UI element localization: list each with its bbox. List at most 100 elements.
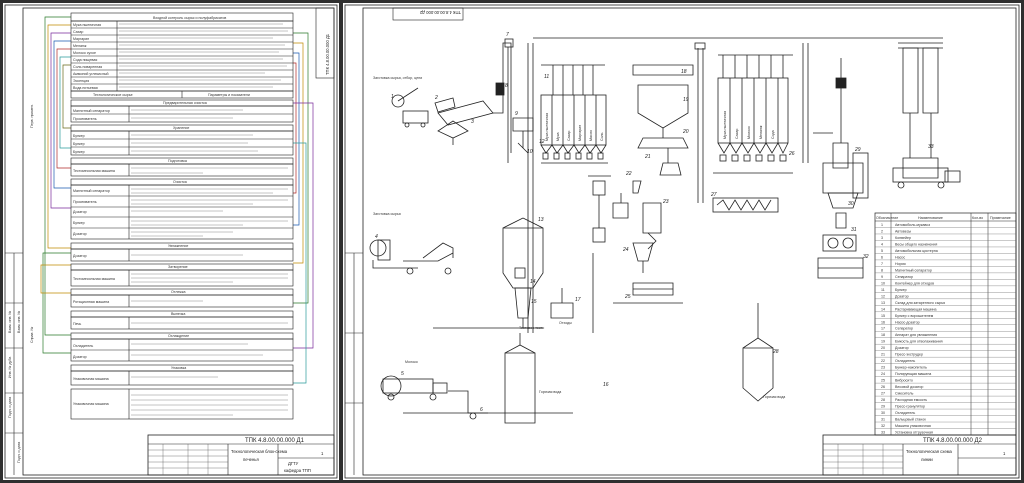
stamp-code-rotated: ТПК 4.8.00.00.000 Д1 — [325, 33, 330, 75]
equipment-number: 23 — [662, 199, 669, 205]
equipment-number: 25 — [624, 294, 631, 300]
equipment-number: 33 — [928, 144, 934, 150]
spec-row-number: 23 — [881, 366, 885, 370]
bin-label: Маргарин — [578, 125, 582, 141]
equipment-number: 2 — [434, 95, 438, 101]
process-step: Дозатор — [73, 254, 87, 258]
spec-header: Примечание — [990, 216, 1011, 220]
process-step: Просеиватель — [73, 200, 97, 204]
header: Охлаждение — [168, 334, 189, 338]
spec-row-number: 19 — [881, 340, 885, 344]
equipment-number: 14 — [530, 279, 536, 285]
spec-row-name: Автомобильная цистерна — [895, 249, 938, 253]
spec-row-number: 25 — [881, 379, 885, 383]
stamp-code: ТПК 4.8.00.00.000 Д1 — [245, 438, 305, 444]
flow-label: Заготовка сырья, отбор, цепи — [373, 76, 422, 80]
raw-material: Вода питьевая — [73, 86, 98, 90]
spec-row-name: Расходная емкость — [895, 398, 927, 402]
spec-row-number: 5 — [881, 249, 883, 253]
process-step: Бункер — [73, 142, 85, 146]
spec-row-name: Автомобиль-мукавоз — [895, 223, 930, 227]
spec-row-name: Растаривающая машина — [895, 307, 937, 311]
flow-label: Горячая вода — [539, 390, 561, 394]
spec-row-number: 7 — [881, 262, 883, 266]
spec-row-number: 12 — [881, 294, 885, 298]
spec-row-number: 27 — [881, 392, 885, 396]
equipment-number: 28 — [772, 349, 779, 355]
raw-material: Сахар — [73, 30, 83, 34]
spec-row-number: 30 — [881, 411, 885, 415]
spec-row-name: Склад для затаренного сырья — [895, 301, 945, 305]
bin-label: Меланж — [759, 125, 763, 139]
header: Хранение — [173, 126, 189, 130]
process-equipment — [369, 37, 961, 424]
equipment-number: 13 — [538, 217, 544, 223]
flow-label: Тестовое тесто — [519, 326, 544, 330]
raw-material: Молоко сухое — [73, 51, 96, 55]
spec-row-number: 15 — [881, 314, 885, 318]
tab-label: Взам. инв. № — [8, 311, 12, 333]
bin-label: Мука — [556, 133, 560, 141]
equipment-number: 20 — [682, 129, 689, 135]
header: Отлежка — [171, 290, 185, 294]
header: Очистка — [173, 180, 187, 184]
header: Упаковка — [171, 366, 186, 370]
bin-label: Сахар — [567, 131, 571, 141]
spec-rows: 1 Автомобиль-мукавоз 2 Автовесы 3 Конвейер 4 Ве… — [875, 223, 1016, 436]
equipment-number: 16 — [603, 382, 609, 388]
spec-row-name: Магнитный сепаратор — [895, 268, 932, 272]
block-scheme-drawing: Взам. инв. № Инв. № дубл. Подп. и дата В… — [4, 4, 338, 479]
spec-row-name: Весовой дозатор — [895, 385, 923, 389]
tab-label: Подп. и дата — [8, 397, 12, 418]
spec-row-name: Установка отгрузочная — [895, 431, 933, 435]
spec-row-name: Пресс-экструдер — [895, 353, 923, 357]
drawing-title: Технологическая схема — [906, 449, 953, 454]
spec-row-name: Пресс-гранулятор — [895, 405, 925, 409]
header: Затворение — [168, 265, 188, 269]
drawing-title: Технологическая блок-схема — [231, 449, 288, 454]
technological-scheme-drawing: ТПК 4.8.00.00.000 Д2 1 2 3 4 5 6 7 8 9 1… — [344, 4, 1020, 479]
spec-row-name: Автовесы — [895, 229, 911, 233]
equipment-number: 4 — [375, 234, 378, 240]
process-step: Магнитный сепаратор — [73, 189, 110, 193]
equipment-number: 6 — [480, 407, 483, 413]
equipment-number: 11 — [544, 74, 549, 80]
tab-label: Взам. инв. № — [17, 311, 21, 333]
bin-label: Масло — [589, 130, 593, 141]
title-block-sheet2: ТПК 4.8.00.00.000 Д2 Технологическая схе… — [822, 434, 1017, 476]
bin-label: Мука пшеничная — [723, 111, 727, 139]
process-step: Охладитель — [73, 344, 93, 348]
spec-row-name: Сепаратор — [895, 275, 913, 279]
spec-row-name: Нория — [895, 262, 906, 266]
drawing-subtitle: печенья — [243, 457, 259, 462]
equipment-number: 17 — [575, 297, 581, 303]
bin-label: Сахар — [735, 129, 739, 139]
equipment-number: 7 — [506, 32, 509, 38]
equipment-number: 24 — [622, 247, 629, 253]
spec-row-number: 6 — [881, 255, 883, 259]
spec-row-name: Машина упаковочная — [895, 424, 931, 428]
header: Предварительная очистка — [163, 101, 207, 105]
flow-label: Заготовка сырья — [373, 212, 401, 216]
spec-row-name: Охладитель — [895, 411, 915, 415]
tab-label: Инв. № дубл. — [8, 356, 12, 378]
spec-row-number: 8 — [881, 268, 883, 272]
raw-material: Соль поваренная — [73, 65, 102, 69]
equipment-number: 26 — [788, 151, 795, 157]
spec-row-name: Дозатор — [895, 294, 909, 298]
org-name: ДГТУ — [288, 461, 299, 466]
description-text-lines — [119, 23, 288, 416]
spec-row-name: Насос — [895, 255, 905, 259]
equipment-number: 19 — [683, 97, 689, 103]
equipment-number: 15 — [531, 299, 537, 305]
stamp-code-rotated: ТПК 4.8.00.00.000 Д2 — [419, 10, 461, 15]
org-dept: кафедра ТПП — [284, 468, 311, 473]
process-step: Просеиватель — [73, 117, 97, 121]
raw-material: Маргарин — [73, 37, 89, 41]
spec-row-number: 32 — [881, 424, 885, 428]
equipment-number: 22 — [625, 171, 632, 177]
spec-row-name: Бункер-накопитель — [895, 366, 927, 370]
equipment-number: 1 — [391, 94, 394, 100]
bin-label: Молоко — [747, 126, 751, 139]
spec-row-number: 31 — [881, 418, 885, 422]
